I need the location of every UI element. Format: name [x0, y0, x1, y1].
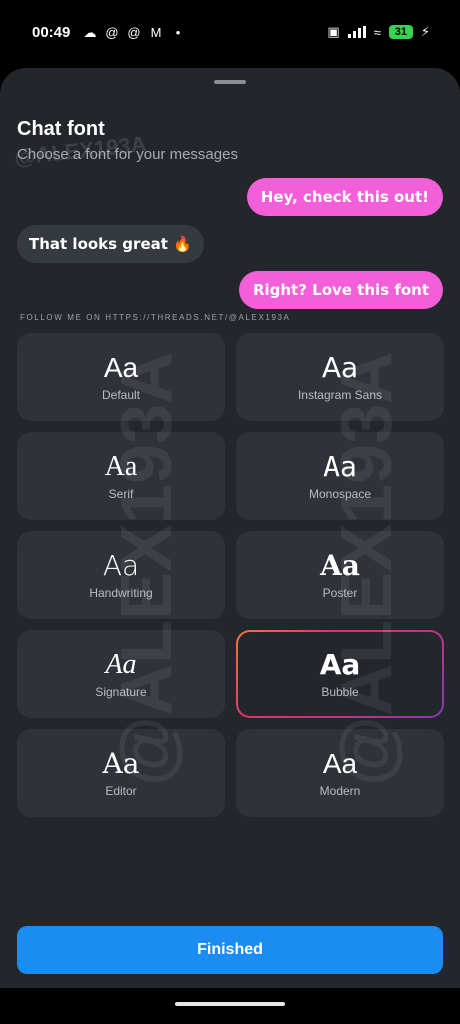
- font-label: Modern: [319, 784, 361, 798]
- font-sample: Aa: [323, 450, 357, 483]
- signal-icon: [347, 26, 366, 38]
- chat-font-screen: 00:49 ☁ @ @ M • ▣ ≈ 31 ⚡ @ALEX193A Chat …: [0, 0, 460, 1024]
- dot-icon: •: [175, 25, 181, 40]
- sheet-title: Chat font: [17, 118, 105, 140]
- status-time: 00:49: [32, 24, 71, 41]
- font-label: Serif: [108, 487, 134, 501]
- gmail-icon: M: [150, 25, 162, 40]
- font-option-poster[interactable]: Aa Poster: [236, 531, 444, 619]
- charging-icon: ⚡: [420, 24, 430, 39]
- snapchat-icon: ☁: [83, 25, 97, 40]
- threads-icon: @: [105, 25, 119, 40]
- drag-handle[interactable]: [214, 80, 246, 84]
- font-grid: Aa Default Aa Instagram Sans Aa Serif Aa…: [17, 333, 444, 817]
- threads-icon-2: @: [127, 25, 141, 40]
- outgoing-message-bubble: Hey, check this out!: [246, 178, 443, 216]
- font-sample: Aa: [321, 351, 359, 384]
- font-label: Default: [101, 388, 141, 402]
- font-option-bubble[interactable]: Aa Bubble: [236, 630, 444, 718]
- font-option-default[interactable]: Aa Default: [17, 333, 225, 421]
- finished-button[interactable]: Finished: [17, 926, 443, 974]
- wifi-icon: ≈: [373, 24, 381, 40]
- font-sample: Aa: [319, 648, 361, 681]
- home-indicator[interactable]: [175, 1002, 285, 1006]
- font-label: Monospace: [308, 487, 372, 501]
- font-label: Editor: [105, 784, 137, 798]
- font-option-serif[interactable]: Aa Serif: [17, 432, 225, 520]
- font-option-editor[interactable]: Aa Editor: [17, 729, 225, 817]
- font-label: Instagram Sans: [297, 388, 383, 402]
- font-sample: Aa: [103, 352, 139, 383]
- font-picker-sheet: @ALEX193A Chat font Choose a font for yo…: [0, 68, 460, 988]
- font-sample: Aa: [102, 549, 140, 582]
- font-option-handwriting[interactable]: Aa Handwriting: [17, 531, 225, 619]
- battery-icon: 31: [388, 25, 413, 39]
- font-option-monospace[interactable]: Aa Monospace: [236, 432, 444, 520]
- font-sample: Aa: [104, 451, 138, 482]
- font-sample: Aa: [320, 549, 360, 582]
- status-right: ▣ ≈ 31 ⚡: [327, 24, 430, 40]
- calendar-icon: ▣: [327, 24, 340, 39]
- outgoing-message-bubble: Right? Love this font: [238, 271, 443, 309]
- notification-icons: ☁ @ @ M •: [82, 25, 186, 41]
- font-sample: Aa: [322, 748, 358, 779]
- watermark-follow-text: FOLLOW ME ON HTTPS://THREADS.NET/@ALEX19…: [20, 313, 291, 322]
- font-label: Poster: [322, 586, 358, 600]
- font-option-instagram-sans[interactable]: Aa Instagram Sans: [236, 333, 444, 421]
- sheet-subtitle: Choose a font for your messages: [17, 146, 238, 163]
- font-sample: Aa: [105, 649, 137, 680]
- font-label: Bubble: [321, 685, 359, 699]
- incoming-message-bubble: That looks great 🔥: [17, 225, 204, 263]
- font-option-signature[interactable]: Aa Signature: [17, 630, 225, 718]
- font-option-modern[interactable]: Aa Modern: [236, 729, 444, 817]
- status-bar: 00:49 ☁ @ @ M • ▣ ≈ 31 ⚡: [0, 0, 460, 68]
- font-label: Signature: [95, 685, 147, 699]
- font-label: Handwriting: [89, 586, 153, 600]
- font-sample: Aa: [102, 747, 140, 780]
